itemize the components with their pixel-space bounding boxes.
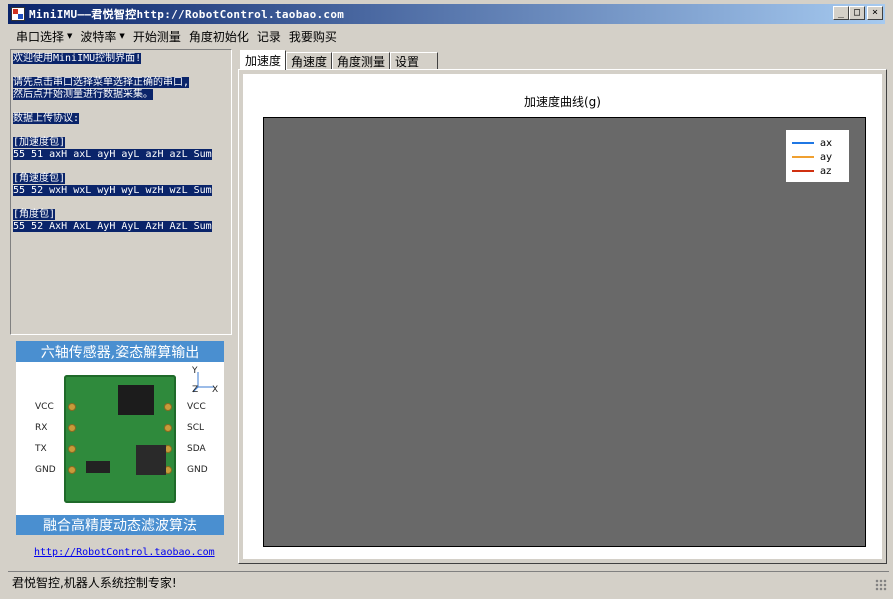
pin-label-left-vcc: VCC <box>35 402 54 412</box>
legend-label-ax: ax <box>820 137 833 149</box>
window-controls: _ □ × <box>833 6 883 20</box>
axis-label-z: Z <box>192 385 199 395</box>
protocol-title: 数据上传协议: <box>13 113 80 124</box>
legend-swatch-ay <box>792 156 814 158</box>
legend-label-az: az <box>820 165 832 177</box>
product-image: 六轴传感器,姿态解算输出 Y Z X VCC RX TX GND VCC SCL… <box>16 341 224 535</box>
app-icon[interactable] <box>11 7 25 21</box>
menu-baud-rate[interactable]: 波特率 ▼ <box>76 26 128 46</box>
legend-item-ay: ay <box>792 150 843 164</box>
tab-angular-velocity[interactable]: 角速度 <box>286 52 333 70</box>
menu-angle-init[interactable]: 角度初始化 <box>185 26 253 46</box>
menu-angle-init-label: 角度初始化 <box>188 29 249 44</box>
store-link[interactable]: http://RobotControl.taobao.com <box>34 547 215 558</box>
legend-swatch-az <box>792 170 814 172</box>
dropdown-arrow-icon: ▼ <box>119 32 125 40</box>
maximize-button[interactable]: □ <box>849 6 865 20</box>
menu-start-measure-label: 开始测量 <box>132 29 181 44</box>
axis-label-x: X <box>212 385 219 395</box>
legend-label-ay: ay <box>820 151 833 163</box>
accel-packet-bytes: 55 51 axH axL ayH ayL azH azL Sum <box>13 149 212 160</box>
tab-acceleration[interactable]: 加速度 <box>240 50 287 70</box>
menu-buy-label: 我要购买 <box>288 29 337 44</box>
angle-packet-header: [角度包] <box>13 209 56 220</box>
menu-record-label: 记录 <box>256 29 281 44</box>
product-banner-bottom: 融合高精度动态滤波算法 <box>16 515 224 535</box>
dropdown-arrow-icon: ▼ <box>67 32 73 40</box>
info-textbox[interactable]: 欢迎使用MiniIMU控制界面! 请先点击串口选择菜单选择正确的串口, 然后点开… <box>10 49 232 335</box>
instruction-line-1: 请先点击串口选择菜单选择正确的串口, <box>13 77 190 88</box>
imu-chip <box>136 445 166 475</box>
chart-title: 加速度曲线(g) <box>524 95 601 109</box>
pin-label-right-sda: SDA <box>187 444 206 454</box>
product-banner-top: 六轴传感器,姿态解算输出 <box>16 341 224 362</box>
sensor-board-graphic <box>64 375 176 503</box>
minimize-button[interactable]: _ <box>833 6 849 20</box>
axis-label-y: Y <box>192 366 198 376</box>
accel-packet-header: [加速度包] <box>13 137 66 148</box>
tab-angle-measure[interactable]: 角度测量 <box>332 52 391 70</box>
legend-item-az: az <box>792 164 843 178</box>
pin-label-left-gnd: GND <box>35 465 56 475</box>
legend-item-ax: ax <box>792 136 843 150</box>
tab-settings[interactable]: 设置 <box>390 52 439 70</box>
menu-start-measure[interactable]: 开始测量 <box>129 26 185 46</box>
pin-label-left-rx: RX <box>35 423 48 433</box>
regulator-chip <box>86 461 110 473</box>
plot-area: ax ay az <box>263 117 866 547</box>
menu-serial-port-label: 串口选择 <box>16 29 65 44</box>
pin-label-right-scl: SCL <box>187 423 205 433</box>
gyro-packet-header: [角速度包] <box>13 173 66 184</box>
pin-label-right-vcc: VCC <box>187 402 206 412</box>
welcome-text: 欢迎使用MiniIMU控制界面! <box>13 53 142 64</box>
tab-strip: 加速度 角速度 角度测量 设置 <box>240 50 439 70</box>
angle-packet-bytes: 55 52 AxH AxL AyH AyL AzH AzL Sum <box>13 221 212 232</box>
menu-buy[interactable]: 我要购买 <box>285 26 341 46</box>
tab-panel: 加速度曲线(g) ax ay az <box>238 69 887 564</box>
acceleration-chart: 加速度曲线(g) ax ay az <box>243 74 882 559</box>
menu-bar: 串口选择 ▼ 波特率 ▼ 开始测量 角度初始化 记录 我要购买 <box>12 26 341 46</box>
pin-label-left-tx: TX <box>35 444 47 454</box>
main-window: MiniIMU——君悦智控http://RobotControl.taobao.… <box>0 0 893 599</box>
menu-baud-rate-label: 波特率 <box>80 29 117 44</box>
window-title: MiniIMU——君悦智控http://RobotControl.taobao.… <box>29 8 345 21</box>
status-bar: 君悦智控,机器人系统控制专家! <box>8 571 889 593</box>
gyro-packet-bytes: 55 52 wxH wxL wyH wyL wzH wzL Sum <box>13 185 212 196</box>
chart-legend: ax ay az <box>786 130 849 182</box>
resize-grip-icon[interactable] <box>875 579 887 591</box>
desktop-edge <box>0 0 8 599</box>
legend-swatch-ax <box>792 142 814 144</box>
close-button[interactable]: × <box>867 6 883 20</box>
menu-serial-port[interactable]: 串口选择 ▼ <box>12 26 76 46</box>
pin-label-right-gnd: GND <box>187 465 208 475</box>
menu-record[interactable]: 记录 <box>253 26 285 46</box>
mcu-chip <box>118 385 154 415</box>
plot-svg <box>264 118 865 546</box>
instruction-line-2: 然后点开始测量进行数据采集。 <box>13 89 153 100</box>
status-text: 君悦智控,机器人系统控制专家! <box>12 576 177 590</box>
title-bar[interactable]: MiniIMU——君悦智控http://RobotControl.taobao.… <box>8 4 885 24</box>
